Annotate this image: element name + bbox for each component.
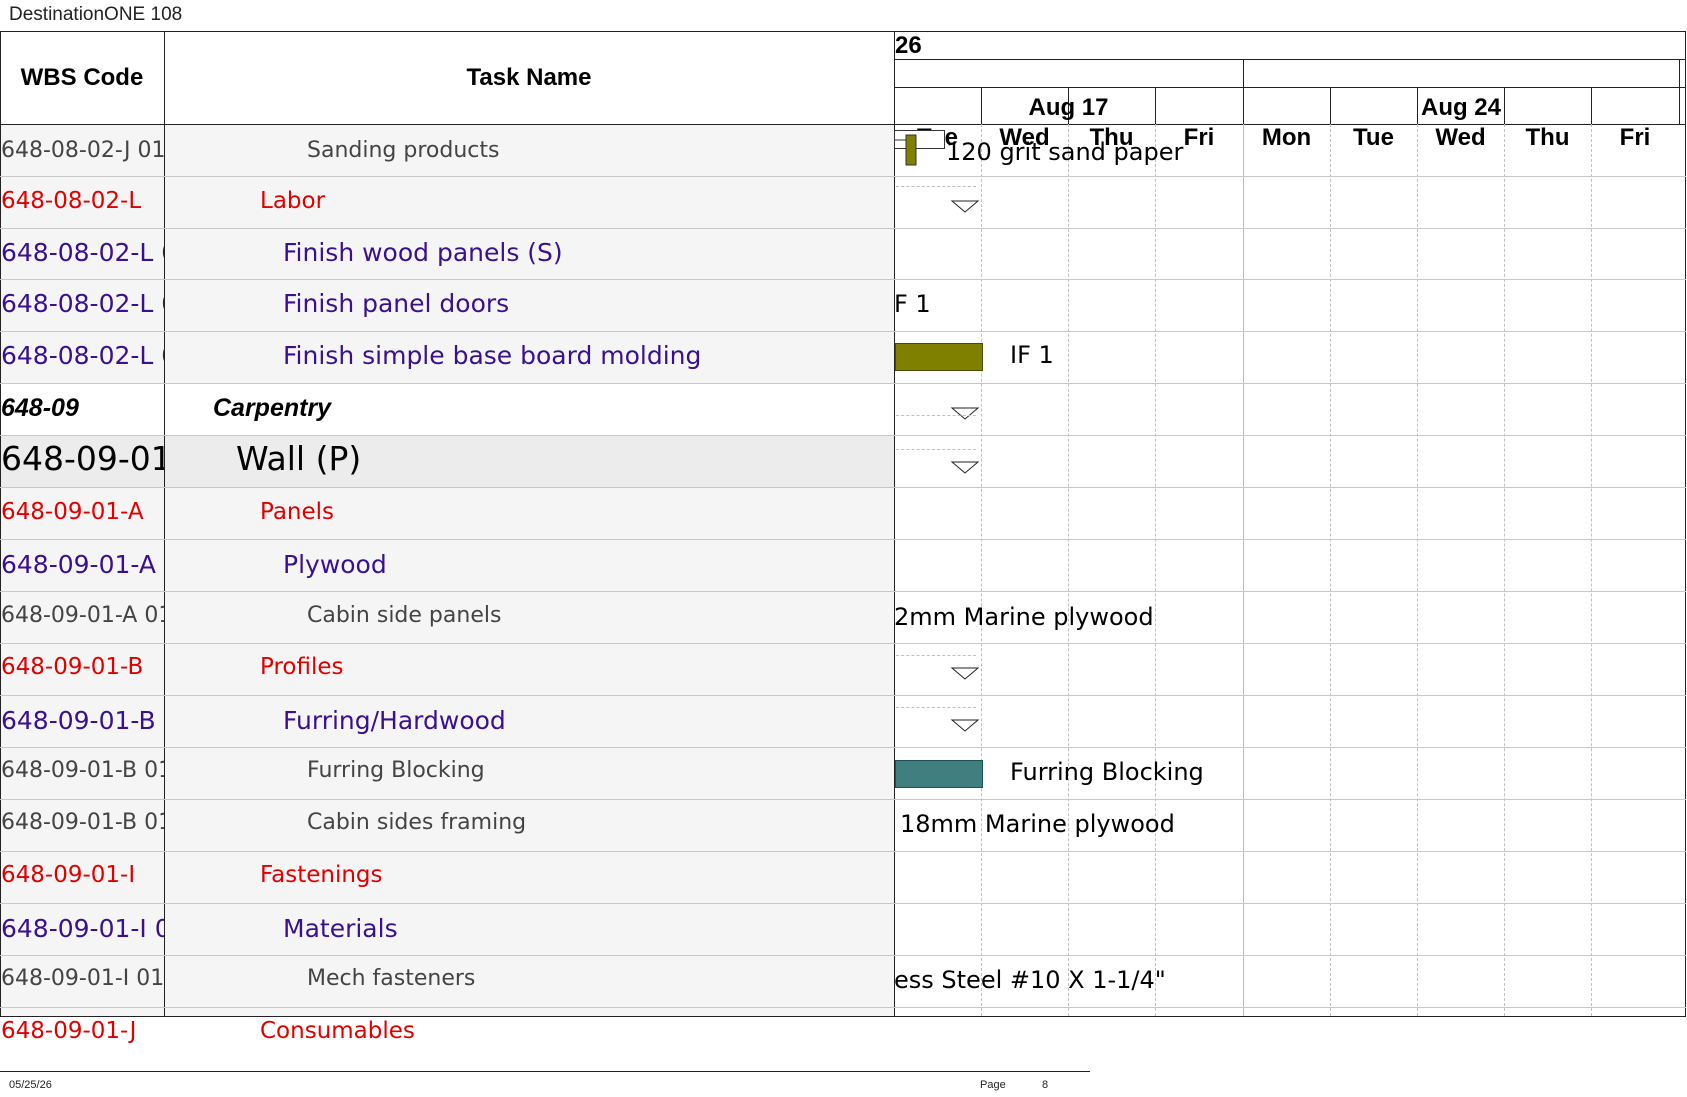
gantt-table: WBS Code Task Name 26 Aug 17 Aug 24 Tue … [0, 31, 1686, 1062]
summary-marker-icon [950, 407, 980, 420]
task-name[interactable]: Furring/Hardwood [283, 706, 506, 735]
day-header: Thu [1525, 124, 1570, 151]
task-bar[interactable] [894, 130, 954, 170]
task-name[interactable]: Profiles [260, 654, 344, 680]
task-name[interactable]: Consumables [260, 1018, 415, 1044]
wbs-code[interactable]: 648-09-01 [1, 439, 164, 478]
task-name[interactable]: Cabin side panels [307, 603, 501, 628]
wbs-code[interactable]: 648-09-01-A [1, 499, 164, 525]
wbs-code[interactable]: 648-09-01-J [1, 1018, 164, 1044]
summary-marker-icon [950, 667, 980, 680]
week-header: Aug 24 [1420, 94, 1501, 121]
wbs-code[interactable]: 648-08-02-J 01 [1, 138, 164, 163]
summary-marker-icon [950, 719, 980, 732]
task-name[interactable]: Finish simple base board molding [283, 341, 701, 370]
task-bar[interactable] [895, 760, 983, 788]
task-name[interactable]: Finish panel doors [283, 289, 509, 318]
summary-marker-icon [950, 200, 980, 213]
bar-label: 120 grit sand paper [946, 138, 1184, 166]
day-header: Wed [1435, 124, 1486, 151]
wbs-code[interactable]: 648-09-01-A ( [1, 550, 164, 579]
wbs-code[interactable]: 648-08-02-L 0 [1, 289, 164, 318]
wbs-code[interactable]: 648-08-02-L 0 [1, 341, 164, 370]
task-name[interactable]: Panels [260, 499, 334, 525]
wbs-code[interactable]: 648-09-01-B [1, 654, 164, 680]
wbs-code[interactable]: 648-08-02-L 0 [1, 238, 164, 267]
day-header: Fri [1619, 124, 1651, 151]
day-header: Tue [1353, 124, 1394, 151]
bar-label: ess Steel #10 X 1-1/4" [894, 966, 1166, 994]
wbs-code[interactable]: 648-09-01-I 0 [1, 914, 164, 943]
task-name[interactable]: Carpentry [213, 394, 331, 423]
bar-label: 2mm Marine plywood [894, 603, 1154, 631]
task-column-header[interactable]: Task Name [164, 31, 894, 124]
footer-page-number: 8 [1042, 1079, 1049, 1091]
wbs-code[interactable]: 648-09-01-A 01 [1, 603, 164, 628]
document-title: DestinationONE 108 [9, 4, 183, 25]
footer-rule [0, 1071, 1090, 1072]
task-bar[interactable] [895, 343, 983, 371]
task-name[interactable]: Mech fasteners [307, 966, 475, 991]
summary-marker-icon [950, 461, 980, 474]
wbs-code[interactable]: 648-09-01-B 01 [1, 810, 164, 835]
week-header: Aug 17 [1028, 94, 1109, 121]
task-name[interactable]: Materials [283, 914, 398, 943]
wbs-code[interactable]: 648-09-01-I 01 [1, 966, 164, 991]
task-name[interactable]: Sanding products [307, 138, 499, 163]
task-name[interactable]: Labor [260, 188, 325, 214]
task-name[interactable]: Finish wood panels (S) [283, 238, 563, 267]
task-name[interactable]: Plywood [283, 550, 387, 579]
bar-label: 18mm Marine plywood [900, 810, 1175, 838]
bar-label: Furring Blocking [1010, 758, 1204, 786]
year-header: 26 [895, 32, 922, 59]
task-name[interactable]: Cabin sides framing [307, 810, 526, 835]
wbs-code[interactable]: 648-09-01-B ( [1, 706, 164, 735]
wbs-column-header[interactable]: WBS Code [0, 31, 164, 124]
wbs-code[interactable]: 648-09 [1, 394, 164, 423]
wbs-code[interactable]: 648-09-01-I [1, 862, 164, 888]
task-name[interactable]: Furring Blocking [307, 758, 485, 783]
task-name[interactable]: Fastenings [260, 862, 383, 888]
footer-date: 05/25/26 [9, 1079, 52, 1091]
bar-label: IF 1 [1010, 341, 1054, 369]
bar-label: F 1 [894, 290, 931, 318]
day-header: Mon [1261, 124, 1312, 151]
footer-page-label: Page [980, 1079, 1006, 1091]
wbs-code[interactable]: 648-09-01-B 01 [1, 758, 164, 783]
task-name[interactable]: Wall (P) [236, 439, 361, 478]
wbs-code[interactable]: 648-08-02-L [1, 188, 164, 214]
